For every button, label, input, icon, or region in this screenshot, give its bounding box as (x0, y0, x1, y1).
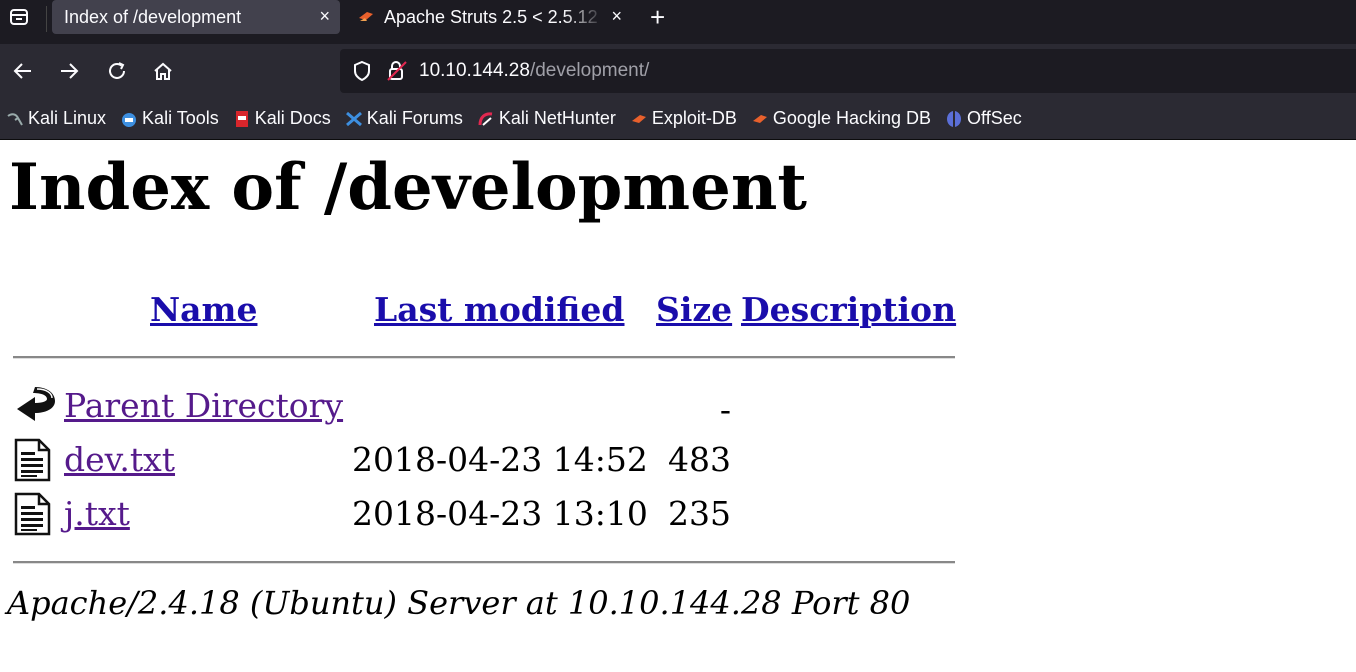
tab-apache-struts[interactable]: Apache Struts 2.5 < 2.5.12 × (346, 0, 632, 34)
tab-separator (46, 6, 47, 32)
tab-index-of-development[interactable]: Index of /development × (52, 0, 340, 34)
google-hacking-db-icon (751, 110, 769, 128)
bookmark-label: OffSec (967, 108, 1022, 128)
bookmark-label: Kali Tools (142, 108, 219, 128)
bookmark-exploit-db[interactable]: Exploit-DB (630, 108, 737, 129)
column-header-size[interactable]: Size (656, 290, 732, 329)
bookmark-google-hacking-db[interactable]: Google Hacking DB (751, 108, 931, 129)
column-header-last-modified[interactable]: Last modified (374, 290, 625, 329)
file-link-dev-txt[interactable]: dev.txt (64, 440, 175, 479)
row-size: 235 (668, 494, 731, 533)
kali-linux-icon (6, 110, 24, 128)
tab-bar: Index of /development × Apache Struts 2.… (0, 0, 1356, 44)
new-tab-button[interactable]: + (650, 2, 665, 33)
parent-directory-link[interactable]: Parent Directory (64, 386, 343, 425)
kali-forums-icon (345, 110, 363, 128)
row-last-modified: 2018-04-23 13:10 (352, 494, 648, 533)
bookmark-label: Exploit-DB (651, 108, 737, 128)
bookmark-kali-tools[interactable]: Kali Tools (120, 108, 219, 129)
back-arrow-icon[interactable] (9, 57, 37, 85)
tab-close-icon[interactable]: × (611, 6, 622, 27)
url-path: /development/ (529, 60, 650, 81)
insecure-lock-icon[interactable] (386, 59, 408, 83)
text-file-icon (13, 492, 53, 536)
url-host: 10.10.144.28 (419, 60, 530, 81)
offsec-icon (945, 110, 963, 128)
kali-tools-icon (120, 110, 138, 128)
url-text[interactable]: 10.10.144.28/development/ (419, 60, 649, 82)
row-size: - (719, 390, 731, 429)
header-divider (13, 356, 955, 359)
column-header-name[interactable]: Name (150, 290, 257, 329)
row-size: 483 (668, 440, 731, 479)
tab-title: Apache Struts 2.5 < 2.5.12 (384, 6, 598, 27)
tracking-protection-shield-icon[interactable] (351, 60, 373, 82)
navigation-bar: 10.10.144.28/development/ (0, 44, 1356, 98)
tab-title: Index of /development (64, 6, 242, 27)
bookmark-kali-docs[interactable]: Kali Docs (233, 108, 331, 129)
exploit-db-icon (630, 110, 648, 128)
column-header-description[interactable]: Description (741, 290, 956, 329)
home-icon[interactable] (149, 57, 177, 85)
parent-directory-icon (13, 383, 55, 427)
bookmark-kali-nethunter[interactable]: Kali NetHunter (477, 108, 616, 129)
bookmark-offsec[interactable]: OffSec (945, 108, 1022, 129)
file-link-j-txt[interactable]: j.txt (64, 494, 130, 533)
reload-icon[interactable] (103, 57, 131, 85)
bookmark-label: Kali Linux (28, 108, 107, 128)
forward-arrow-icon[interactable] (55, 57, 83, 85)
bookmarks-toolbar: Kali Linux Kali Tools Kali Docs Kali For… (0, 98, 1356, 140)
bookmark-label: Google Hacking DB (772, 108, 932, 128)
exploit-db-favicon-icon (358, 9, 374, 25)
server-signature: Apache/2.4.18 (Ubuntu) Server at 10.10.1… (7, 584, 911, 622)
page-title: Index of /development (9, 150, 807, 225)
bookmark-label: Kali Docs (254, 108, 331, 128)
bookmark-label: Kali NetHunter (498, 108, 616, 128)
text-file-icon (13, 438, 53, 482)
footer-divider (13, 561, 955, 564)
row-last-modified: 2018-04-23 14:52 (352, 440, 648, 479)
tab-list-icon[interactable] (4, 4, 34, 30)
bookmark-kali-forums[interactable]: Kali Forums (345, 108, 463, 129)
page-content: Index of /development Name Last modified… (0, 140, 1356, 672)
bookmark-label: Kali Forums (366, 108, 463, 128)
kali-nethunter-icon (477, 110, 495, 128)
tab-close-icon[interactable]: × (319, 6, 330, 27)
address-bar[interactable]: 10.10.144.28/development/ (340, 49, 1356, 93)
bookmark-kali-linux[interactable]: Kali Linux (6, 108, 106, 129)
kali-docs-icon (233, 110, 251, 128)
